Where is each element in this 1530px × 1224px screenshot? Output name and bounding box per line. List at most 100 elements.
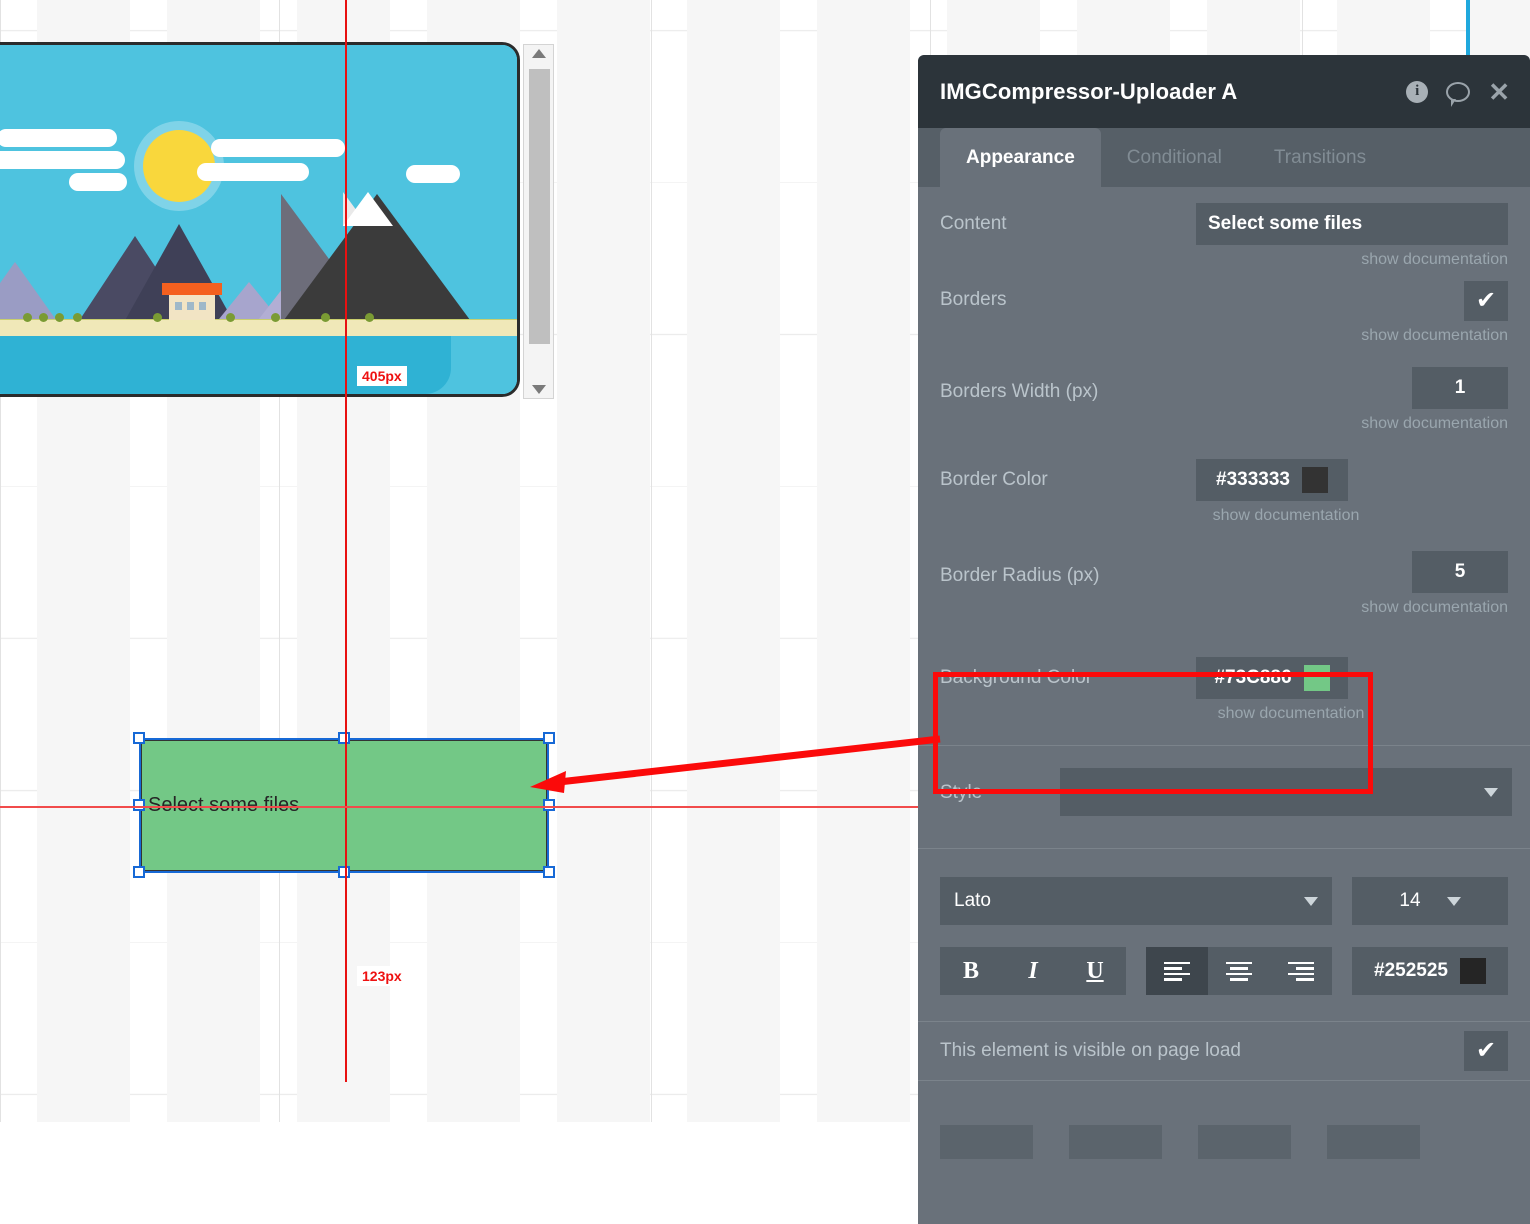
content-value-field[interactable]: Select some files (1196, 203, 1508, 245)
tab-transitions[interactable]: Transitions (1248, 128, 1392, 187)
resize-handle-w[interactable] (133, 799, 145, 811)
tree (73, 313, 82, 322)
close-icon[interactable]: ✕ (1488, 79, 1510, 105)
background-color-swatch[interactable] (1303, 665, 1330, 691)
property-label-border-color: Border Color (940, 469, 1048, 490)
landscape-illustration: 〜 〜 (0, 45, 517, 394)
font-color-hex: #252525 (1374, 960, 1448, 981)
house-window (175, 302, 182, 310)
panel-title: IMGCompressor-Uploader A (940, 78, 1238, 104)
align-right-button[interactable] (1270, 947, 1332, 995)
borders-checkbox[interactable]: ✔ (1464, 281, 1508, 321)
show-documentation-link-background-color[interactable]: show documentation (1196, 699, 1386, 723)
align-right-icon (1288, 961, 1314, 981)
tab-appearance[interactable]: Appearance (940, 128, 1101, 187)
scroll-up-arrow-icon[interactable] (531, 49, 546, 58)
chevron-down-icon (1446, 896, 1461, 906)
cloud (0, 151, 125, 169)
border-color-value-field[interactable]: #333333 (1196, 459, 1348, 501)
text-style-group: B I U (940, 947, 1126, 995)
border-radius-value-field[interactable]: 5 (1412, 551, 1508, 593)
blue-guide-line (1466, 0, 1470, 58)
scroll-down-arrow-icon[interactable] (531, 385, 546, 394)
tree (153, 313, 162, 322)
border-color-hex: #333333 (1216, 469, 1290, 490)
tree (39, 313, 48, 322)
align-center-button[interactable] (1208, 947, 1270, 995)
footer-button-1[interactable] (940, 1125, 1033, 1159)
align-left-icon (1164, 961, 1190, 981)
show-documentation-link-border-color[interactable]: show documentation (1196, 501, 1376, 525)
check-icon: ✔ (1475, 287, 1497, 314)
house-roof (162, 283, 222, 295)
property-row-border-radius: Border Radius (px) 5 show documentation (940, 545, 1508, 637)
tree (321, 313, 330, 322)
show-documentation-link-content[interactable]: show documentation (1196, 245, 1508, 269)
property-label-borders-width: Borders Width (px) (940, 381, 1099, 402)
resize-handle-sw[interactable] (133, 866, 145, 878)
comment-icon[interactable] (1446, 81, 1471, 107)
footer-button-2[interactable] (1069, 1125, 1162, 1159)
underline-button[interactable]: U (1064, 947, 1126, 995)
resize-handle-nw[interactable] (133, 732, 145, 744)
cloud (69, 173, 127, 191)
image-element[interactable]: 〜 〜 (0, 42, 520, 397)
check-icon: ✔ (1475, 1037, 1497, 1064)
measure-label-horizontal: 123px (357, 966, 407, 986)
property-label-background-color: Background Color (940, 667, 1093, 688)
house-window (199, 302, 206, 310)
footer-button-3[interactable] (1198, 1125, 1291, 1159)
align-left-button[interactable] (1146, 947, 1208, 995)
style-select[interactable] (1060, 768, 1512, 816)
ground (0, 320, 517, 336)
property-row-border-color: Border Color #333333 show documentation (940, 453, 1508, 545)
tab-conditional[interactable]: Conditional (1101, 128, 1248, 187)
italic-button[interactable]: I (1002, 947, 1064, 995)
property-row-content: Content Select some files show documenta… (940, 187, 1508, 275)
image-scrollbar[interactable] (523, 44, 554, 399)
property-label-content: Content (940, 213, 1007, 234)
resize-handle-s[interactable] (338, 866, 350, 878)
font-family-select[interactable]: Lato (940, 877, 1332, 925)
font-size-select[interactable]: 14 (1352, 877, 1508, 925)
visibility-checkbox[interactable]: ✔ (1464, 1031, 1508, 1071)
bold-button[interactable]: B (940, 947, 1002, 995)
text-align-group (1146, 947, 1332, 995)
property-rows: Content Select some files show documenta… (918, 187, 1530, 995)
info-icon[interactable]: i (1406, 80, 1429, 103)
property-row-background-color: Background Color #73C886 show documentat… (940, 637, 1508, 741)
resize-handle-e[interactable] (543, 799, 555, 811)
font-size-value: 14 (1399, 890, 1421, 911)
panel-footer-buttons (918, 1081, 1530, 1159)
cloud (211, 139, 345, 157)
panel-tabs[interactable]: Appearance Conditional Transitions (918, 128, 1530, 187)
resize-handle-ne[interactable] (543, 732, 555, 744)
property-row-style: Style (940, 746, 1512, 842)
show-documentation-link-borders-width[interactable]: show documentation (1320, 409, 1508, 433)
show-documentation-link-borders[interactable]: show documentation (1196, 321, 1508, 345)
background-color-value-field[interactable]: #73C886 (1196, 657, 1348, 699)
resize-handle-n[interactable] (338, 732, 350, 744)
cloud (406, 165, 460, 183)
cloud (0, 129, 117, 147)
properties-panel[interactable]: IMGCompressor-Uploader A i ✕ Appearance … (918, 55, 1530, 1224)
horizontal-measure-guide (0, 806, 918, 808)
font-color-swatch[interactable] (1459, 958, 1486, 984)
text-format-row: B I U #252525 (940, 925, 1508, 995)
property-label-border-radius: Border Radius (px) (940, 565, 1100, 586)
align-center-icon (1226, 961, 1252, 981)
border-color-swatch[interactable] (1301, 467, 1328, 493)
resize-handle-se[interactable] (543, 866, 555, 878)
font-row: Lato 14 (940, 849, 1508, 925)
borders-width-value-field[interactable]: 1 (1412, 367, 1508, 409)
tree (226, 313, 235, 322)
font-color-field[interactable]: #252525 (1352, 947, 1508, 995)
snow-cap (343, 192, 393, 226)
footer-button-4[interactable] (1327, 1125, 1420, 1159)
property-label-style: Style (940, 782, 983, 803)
tree (55, 313, 64, 322)
scrollbar-thumb[interactable] (529, 69, 550, 344)
tree (23, 313, 32, 322)
chevron-down-icon (1304, 896, 1318, 906)
show-documentation-link-border-radius[interactable]: show documentation (1320, 593, 1508, 617)
